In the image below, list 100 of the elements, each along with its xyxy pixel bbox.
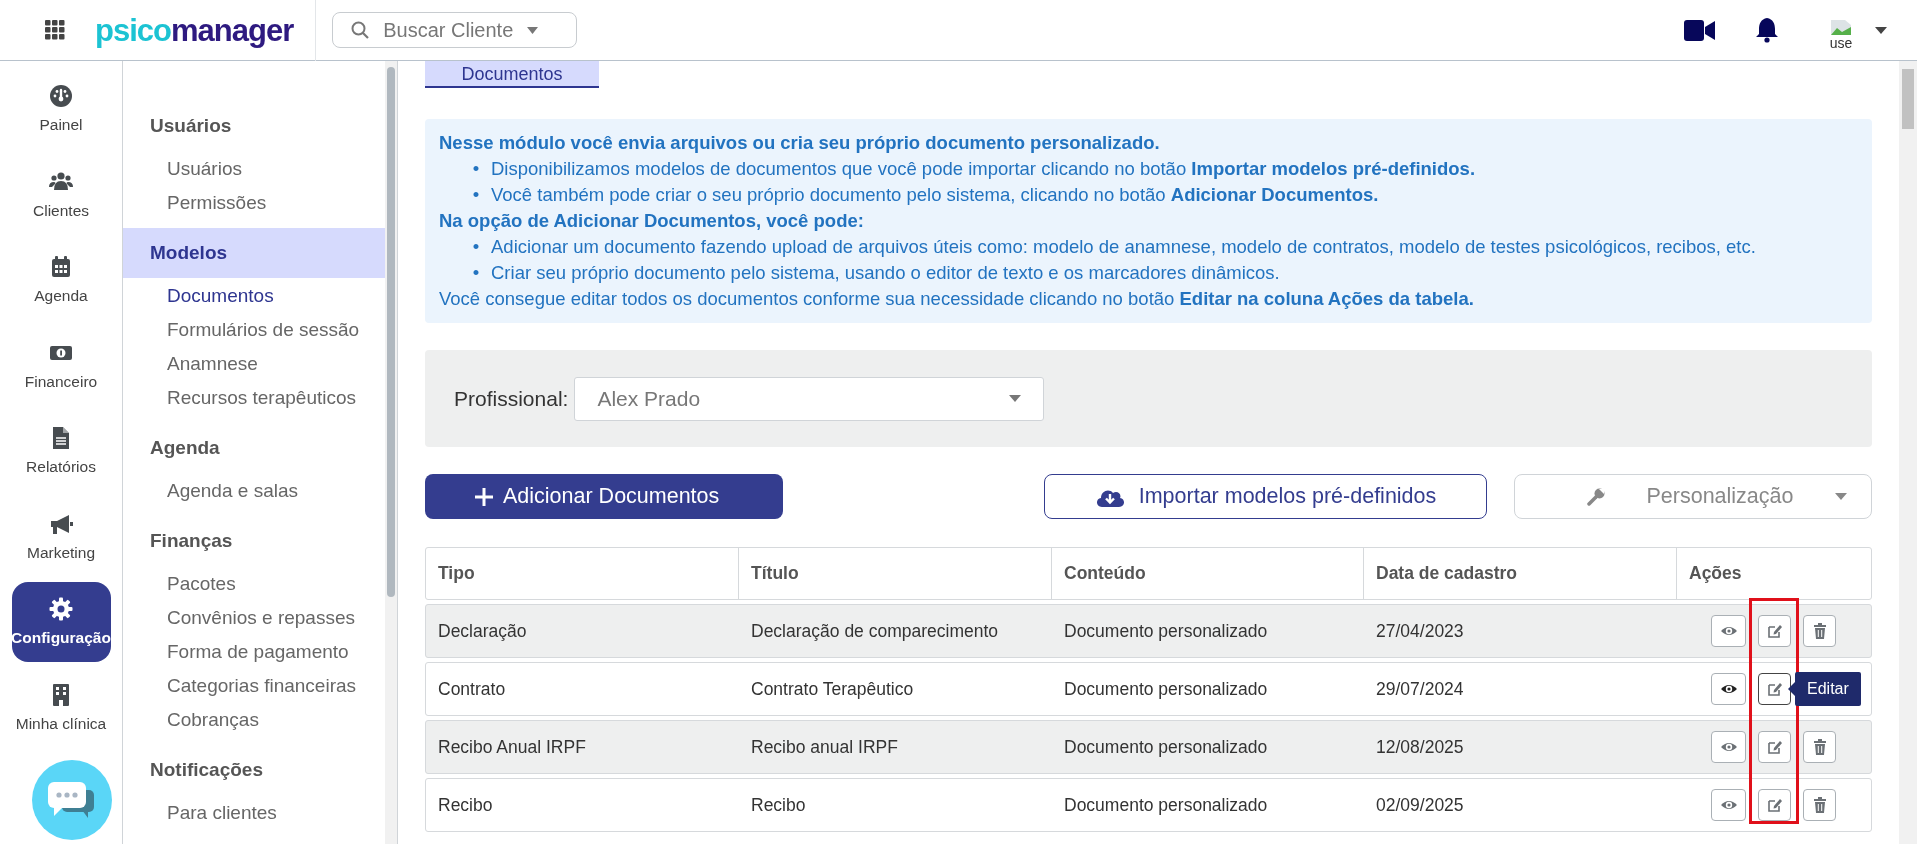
video-camera-icon[interactable] bbox=[1684, 19, 1715, 41]
filter-label: Profissional: bbox=[454, 385, 569, 412]
table-cell-text: Documento personalizado bbox=[1063, 619, 1269, 643]
scrollbar[interactable] bbox=[1899, 61, 1917, 844]
edit-icon bbox=[1766, 797, 1783, 813]
bullet-marker: • bbox=[471, 261, 481, 285]
nav-item[interactable]: Clientes bbox=[11, 154, 111, 235]
info-text: Na opção de Adicionar Documentos, você pode: bbox=[439, 209, 865, 233]
menu-item[interactable]: Convênios e repasses bbox=[123, 601, 385, 635]
avatar[interactable]: use bbox=[1821, 18, 1861, 50]
info-text: Adicionar um documento fazendo upload de arquivos úteis como: modelo de anamnese, modelo de contratos, modelo de testes psicológicos, recibos, etc. bbox=[491, 235, 1756, 259]
bell-icon[interactable] bbox=[1755, 17, 1779, 43]
table-cell-text: Documento personalizado bbox=[1063, 793, 1269, 817]
menu-item[interactable]: Recursos terapêuticos bbox=[123, 381, 385, 415]
nav-item[interactable]: Painel bbox=[11, 69, 111, 149]
column-header: Tipo bbox=[426, 548, 739, 599]
edit-icon bbox=[1766, 681, 1783, 697]
edit-button[interactable] bbox=[1758, 615, 1791, 647]
table-cell-text: 29/07/2024 bbox=[1375, 677, 1465, 701]
menu-item[interactable]: Formulários de sessão bbox=[123, 313, 385, 347]
bullet-marker: • bbox=[471, 157, 481, 181]
edit-button[interactable] bbox=[1758, 731, 1791, 763]
import-templates-button[interactable]: Importar modelos pré-definidos bbox=[1044, 474, 1487, 519]
edit-button[interactable] bbox=[1758, 673, 1791, 705]
table-cell-text: Recibo anual IRPF bbox=[750, 735, 899, 759]
column-header: Ações bbox=[1688, 562, 1743, 586]
settings-icon bbox=[49, 597, 73, 621]
column-header: Título bbox=[739, 548, 1052, 599]
scrollbar[interactable] bbox=[385, 61, 397, 844]
trash-icon bbox=[1812, 623, 1827, 639]
info-text: Você consegue editar todos os documentos conforme sua necessidade clicando no botão Editar na coluna Ações da tabela. bbox=[439, 287, 1475, 311]
table-row[interactable]: Recibo Anual IRPF Recibo anual IRPF Documento personalizado 12/08/2025 bbox=[425, 720, 1872, 774]
menu-section[interactable]: Notificações bbox=[123, 745, 385, 795]
tab[interactable]: Documentos bbox=[425, 61, 599, 88]
table-row[interactable]: Contrato Contrato Terapêutico Documento personalizado 29/07/2024 Editar bbox=[425, 662, 1872, 716]
add-documents-button[interactable]: Adicionar Documentos bbox=[425, 474, 783, 519]
nav-item[interactable]: Marketing bbox=[11, 496, 111, 577]
column-header: Conteúdo bbox=[1052, 548, 1364, 599]
table-cell-text: Recibo Anual IRPF bbox=[437, 735, 587, 759]
menu-section[interactable]: Agenda bbox=[123, 423, 385, 473]
nav-item[interactable]: Minha clínica bbox=[11, 667, 111, 748]
delete-button[interactable] bbox=[1803, 615, 1836, 647]
table-cell-text: Documento personalizado bbox=[1063, 677, 1269, 701]
table-cell-text: Contrato Terapêutico bbox=[750, 677, 915, 701]
view-button[interactable] bbox=[1711, 673, 1746, 705]
table-cell-text: Documento personalizado bbox=[1063, 735, 1269, 759]
professional-select[interactable]: Alex Prado bbox=[574, 376, 1045, 421]
nav-item[interactable]: Relatórios bbox=[11, 411, 111, 491]
menu-item[interactable]: Pacotes bbox=[123, 567, 385, 601]
caret-icon bbox=[1009, 395, 1022, 402]
apps-grid-icon[interactable] bbox=[45, 20, 65, 40]
bullet-marker: • bbox=[471, 235, 481, 259]
wrench-icon bbox=[1587, 487, 1605, 506]
calendar-icon bbox=[49, 255, 73, 279]
info-text: Disponibilizamos modelos de documentos que você pode importar clicando no botão Importar modelos pré-definidos. bbox=[491, 157, 1476, 181]
menu-item[interactable]: Categorias financeiras bbox=[123, 669, 385, 703]
gauge-icon bbox=[49, 84, 73, 108]
info-text: Você também pode criar o seu próprio documento pelo sistema, clicando no botão Adicionar Documentos. bbox=[491, 183, 1379, 207]
menu-item[interactable]: Agenda e salas bbox=[123, 474, 385, 508]
logo[interactable]: psicomanager bbox=[95, 14, 294, 46]
menu-section[interactable]: Modelos bbox=[123, 228, 385, 278]
menu-item[interactable]: Forma de pagamento bbox=[123, 635, 385, 669]
broken-image-icon bbox=[1830, 18, 1852, 36]
bullet-marker: • bbox=[471, 183, 481, 207]
nav-item[interactable]: Financeiro bbox=[11, 325, 111, 406]
search-icon bbox=[351, 21, 370, 39]
table-cell-text: Recibo bbox=[437, 793, 494, 817]
menu-section[interactable]: Finanças bbox=[123, 516, 385, 566]
plus-icon bbox=[475, 487, 493, 506]
menu-item[interactable]: Documentos bbox=[123, 279, 385, 313]
table-cell-text: 27/04/2023 bbox=[1375, 619, 1465, 643]
edit-icon bbox=[1766, 623, 1783, 639]
delete-button[interactable] bbox=[1803, 731, 1836, 763]
table-cell-text: Recibo bbox=[750, 793, 807, 817]
menu-item[interactable]: Anamnese bbox=[123, 347, 385, 381]
table-row[interactable]: Recibo Recibo Documento personalizado 02/09/2025 bbox=[425, 778, 1872, 832]
caret-icon bbox=[527, 26, 539, 34]
customize-button[interactable]: Personalização bbox=[1514, 474, 1872, 519]
caret-icon[interactable] bbox=[1875, 26, 1887, 34]
table-cell-text: Contrato bbox=[437, 677, 507, 701]
menu-section[interactable]: Usuários bbox=[123, 101, 385, 151]
menu-item[interactable]: Cobranças bbox=[123, 703, 385, 737]
table-cell-text: Declaração bbox=[437, 619, 528, 643]
delete-button[interactable] bbox=[1803, 789, 1836, 821]
table-row[interactable]: Declaração Declaração de comparecimento Documento personalizado 27/04/2023 bbox=[425, 604, 1872, 658]
nav-item[interactable]: Agenda bbox=[11, 240, 111, 320]
table-cell-text: Declaração de comparecimento bbox=[750, 619, 1000, 643]
menu-item[interactable]: Para clientes bbox=[123, 796, 385, 830]
edit-icon bbox=[1766, 739, 1783, 755]
menu-item[interactable]: Permissões bbox=[123, 186, 385, 220]
info-text: Criar seu próprio documento pelo sistema, usando o editor de texto e os marcadores dinâmicos. bbox=[491, 261, 1280, 285]
tooltip: Editar bbox=[1795, 672, 1861, 706]
nav-item[interactable]: Configuração bbox=[11, 582, 111, 662]
table-cell-text: 02/09/2025 bbox=[1375, 793, 1465, 817]
trash-icon bbox=[1812, 797, 1827, 813]
search-field[interactable]: Buscar Cliente bbox=[332, 12, 578, 48]
menu-item[interactable]: Usuários bbox=[123, 152, 385, 186]
column-header: Data de cadastro bbox=[1364, 548, 1677, 599]
info-text: Nesse módulo você envia arquivos ou cria seu próprio documento personalizado. bbox=[439, 131, 1161, 155]
edit-button[interactable] bbox=[1758, 789, 1791, 821]
